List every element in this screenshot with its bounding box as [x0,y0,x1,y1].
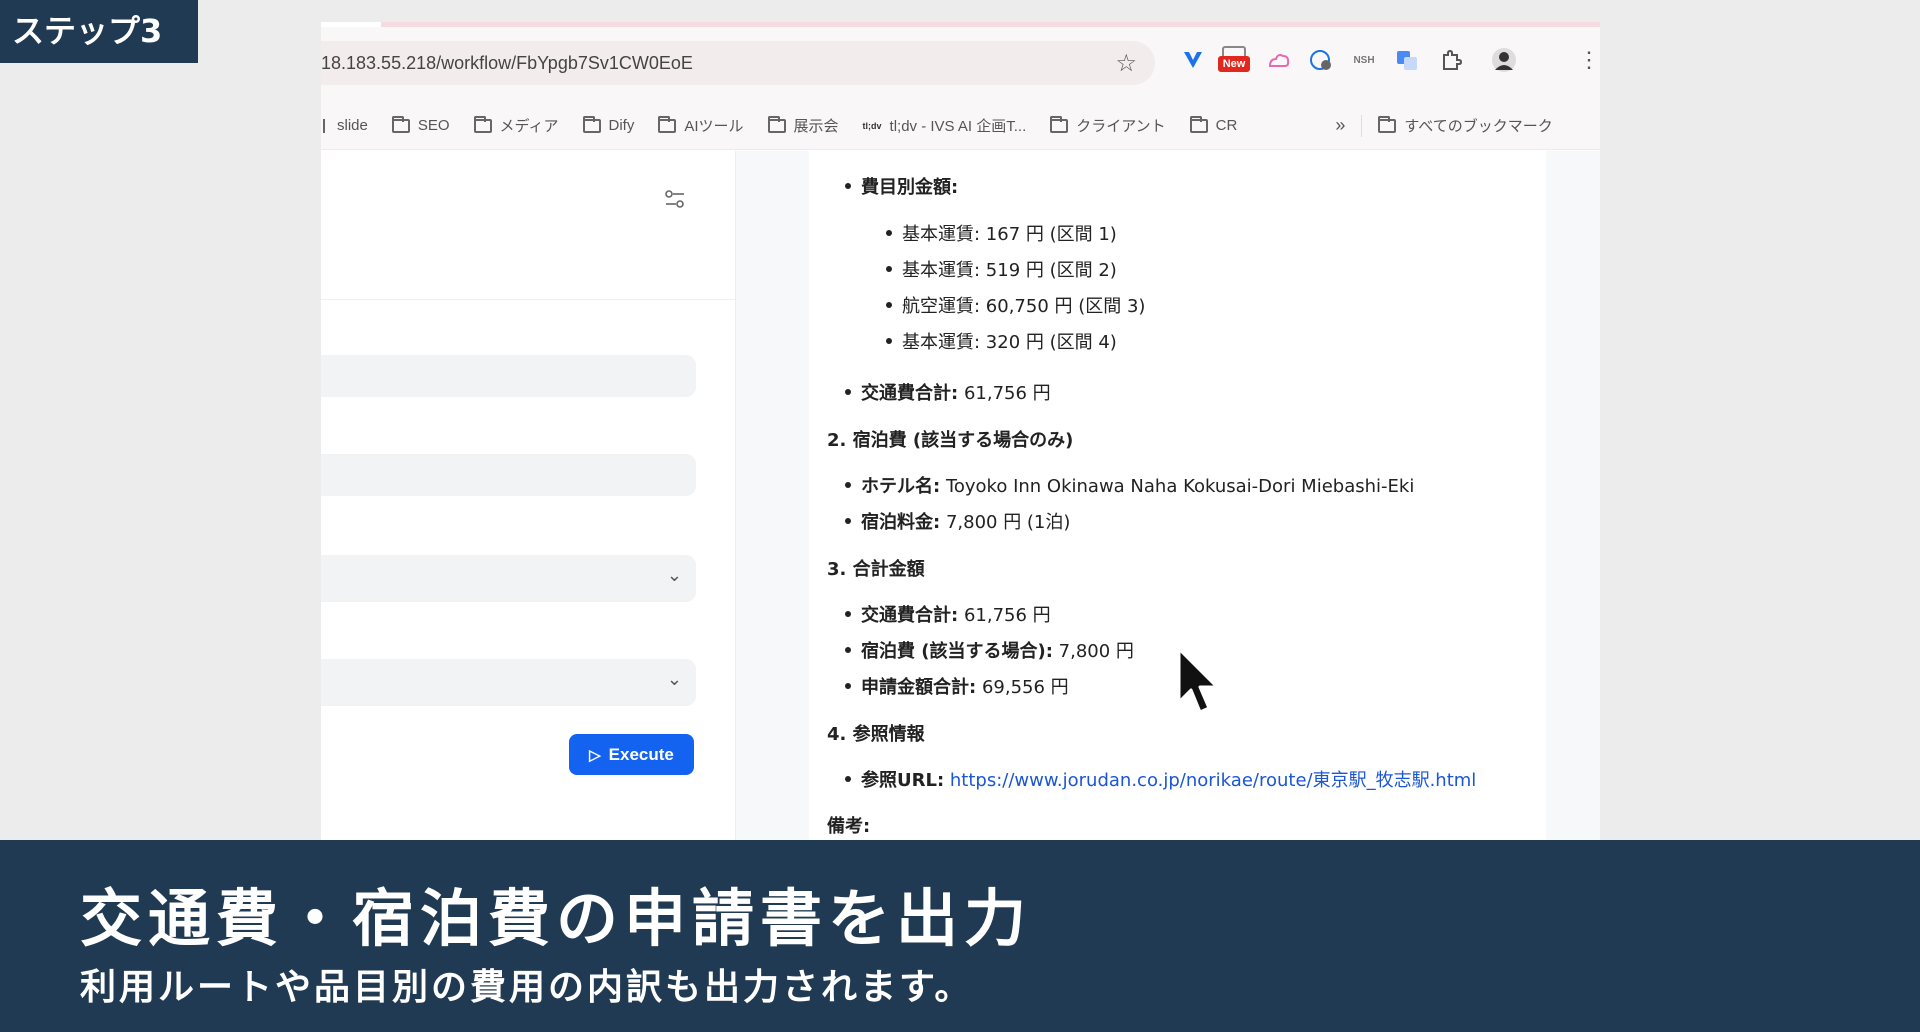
expense-item: 基本運賃: 519 円 (区間 2) [886,256,1117,282]
sum-lodging: 宿泊費 (該当する場合): 7,800 円 [845,637,1134,663]
folder-icon [1050,115,1069,133]
chevron-down-icon: ⌄ [666,669,682,690]
caption-bar: 交通費・宿泊費の申請書を出力 利用ルートや品目別の費用の内訳も出力されます。 [0,840,1920,1032]
bookmark-label: AIツール [684,118,744,135]
address-bar[interactable]: 18.183.55.218/workflow/FbYpgb7Sv1CW0EoE … [321,41,1155,85]
remarks-label: 備考: [827,816,871,837]
new-extension-icon[interactable]: New [1217,45,1251,75]
panel-divider [321,299,736,300]
sum-total: 申請金額合計: 69,556 円 [845,673,1069,699]
bookmark-label: Dify [608,117,635,134]
bookmark-label: すべてのブックマーク [1404,118,1553,135]
bookmarks-divider [1361,114,1363,137]
folder-icon [391,115,410,133]
kebab-menu-icon[interactable]: ⋮ [1578,45,1600,75]
more-bookmarks-chevron-icon[interactable]: » [1335,115,1345,136]
expense-item: 基本運賃: 320 円 (区間 4) [886,328,1117,354]
execute-button[interactable]: ▷ Execute [569,734,694,775]
transport-total: 交通費合計: 61,756 円 [845,379,1051,405]
tldv-icon: tl;dv [862,120,882,131]
folder-icon [473,115,492,133]
lodging-fee: 宿泊料金: 7,800 円 (1泊) [845,508,1070,534]
folder-icon [658,115,677,133]
vee-extension-icon[interactable] [1179,45,1207,75]
select-field-2[interactable]: ⌄ [321,659,696,706]
bookmarks-bar: slide SEO メディア Dify AIツール 展示会 tl;dv tl;d… [321,102,1600,150]
execute-label: Execute [608,744,674,764]
expense-item: 航空運賃: 60,750 円 (区間 3) [886,292,1145,318]
section-2-title: 2. 宿泊費 (該当する場合のみ) [827,430,1074,451]
bookmark-label: CR [1215,117,1238,134]
bookmark-exhibition[interactable]: 展示会 [767,115,839,136]
bookmark-seo[interactable]: SEO [391,115,450,134]
bookmark-slide[interactable]: slide [321,117,368,134]
chevron-down-icon: ⌄ [666,565,682,586]
step-label: ステップ3 [0,0,198,63]
new-badge: New [1218,56,1250,72]
bookmark-label: SEO [417,117,450,134]
caption-subtitle: 利用ルートや品目別の費用の内訳も出力されます。 [80,967,974,1008]
bookmark-label: メディア [499,118,559,135]
bookmark-ai-tools[interactable]: AIツール [658,115,744,136]
result-panel: 費目別金額: 基本運賃: 167 円 (区間 1) 基本運賃: 519 円 (区… [736,151,1600,840]
puzzle-extension-icon[interactable] [1437,45,1465,75]
all-bookmarks[interactable]: すべてのブックマーク [1378,115,1553,136]
translate-extension-icon[interactable] [1393,45,1421,75]
url-text[interactable]: 18.183.55.218/workflow/FbYpgb7Sv1CW0EoE [321,53,693,74]
bookmark-tldv[interactable]: tl;dv tl;dv - IVS AI 企画T... [863,115,1027,136]
expense-item: 基本運賃: 167 円 (区間 1) [886,220,1117,246]
result-document: 費目別金額: 基本運賃: 167 円 (区間 1) 基本運賃: 519 円 (区… [809,151,1546,840]
input-field-2[interactable] [321,454,696,496]
folder-icon [582,115,601,133]
section-4-title: 4. 参照情報 [827,724,925,745]
input-field-1[interactable] [321,355,696,397]
bookmark-label: クライアント [1076,118,1166,135]
reference-url: 参照URL: https://www.jorudan.co.jp/norikae… [845,766,1476,792]
settings-sliders-icon[interactable] [664,188,686,210]
browser-toolbar: 18.183.55.218/workflow/FbYpgb7Sv1CW0EoE … [321,27,1600,102]
folder-icon [1378,115,1397,133]
bookmark-label: slide [337,117,368,134]
bookmark-cr[interactable]: CR [1189,115,1238,134]
bookmark-star-icon[interactable]: ☆ [1115,49,1137,77]
workflow-input-panel: ⌄ ⌄ ▷ Execute [321,151,736,840]
bookmark-label: 展示会 [793,118,839,135]
hotel-name: ホテル名: Toyoko Inn Okinawa Naha Kokusai-Do… [845,472,1414,498]
globe-extension-icon[interactable] [1307,45,1335,75]
select-field-1[interactable]: ⌄ [321,555,696,602]
bookmark-media[interactable]: メディア [473,115,559,136]
folder-icon [1189,115,1208,133]
bookmark-dify[interactable]: Dify [582,115,635,134]
sum-transport: 交通費合計: 61,756 円 [845,601,1051,627]
bookmark-client[interactable]: クライアント [1050,115,1166,136]
browser-window: 18.183.55.218/workflow/FbYpgb7Sv1CW0EoE … [321,22,1600,840]
cloud-extension-icon[interactable] [1265,45,1293,75]
folder-icon [767,115,786,133]
nsh-extension-icon[interactable]: NSH [1349,45,1379,75]
avatar[interactable] [1489,45,1519,75]
mouse-cursor-icon [1177,647,1219,714]
caption-title: 交通費・宿泊費の申請書を出力 [80,882,1033,955]
section-3-title: 3. 合計金額 [827,559,925,580]
play-icon: ▷ [589,746,601,764]
bookmark-label: tl;dv - IVS AI 企画T... [889,118,1027,135]
reference-link[interactable]: https://www.jorudan.co.jp/norikae/route/… [950,770,1476,791]
folder-icon [321,118,325,133]
expense-breakdown-header: 費目別金額: [845,173,958,199]
